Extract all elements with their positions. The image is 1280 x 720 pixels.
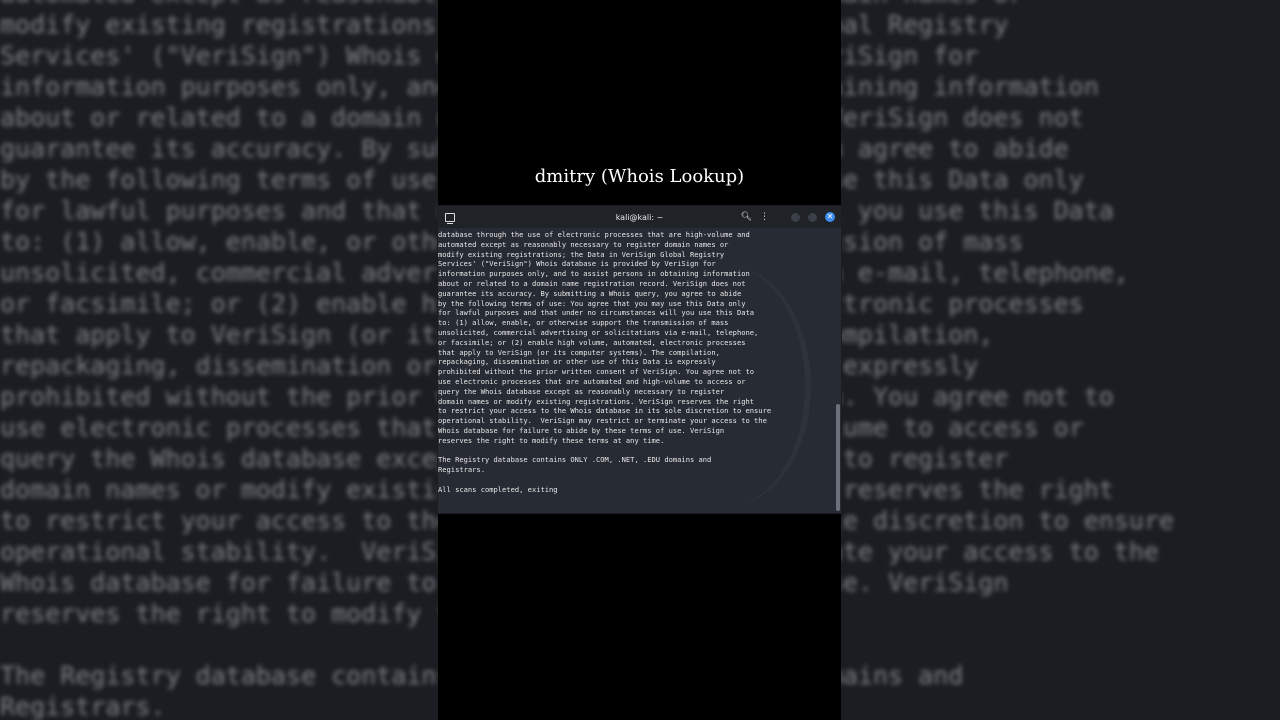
- maximize-button[interactable]: [808, 212, 817, 222]
- terminal-line: use electronic processes that are automa…: [438, 376, 746, 386]
- terminal-line: prohibited without the prior written con…: [438, 367, 755, 377]
- terminal-line: query the Whois database except as reaso…: [438, 386, 725, 396]
- terminal-window[interactable]: kali@kali: ~ 🔍︎ ⋮ ✕ database through the…: [438, 206, 841, 513]
- minimize-button[interactable]: [791, 212, 800, 222]
- terminal-line: Services' ("VeriSign") Whois database is…: [438, 259, 716, 269]
- terminal-line: information purposes only, and to assist…: [438, 269, 750, 279]
- search-icon[interactable]: 🔍︎: [741, 212, 752, 222]
- window-titlebar[interactable]: kali@kali: ~ 🔍︎ ⋮ ✕: [438, 206, 841, 228]
- terminal-line: modify existing registrations; the Data …: [438, 249, 725, 259]
- terminal-line: guarantee its accuracy. By submitting a …: [438, 288, 742, 298]
- terminal-line: operational stability. VeriSign may rest…: [438, 416, 767, 426]
- terminal-line: about or related to a domain name regist…: [438, 278, 746, 288]
- scrollbar-thumb[interactable]: [836, 404, 840, 511]
- terminal-line: for lawful purposes and that under no ci…: [438, 308, 755, 318]
- terminal-line: reserves the right to modify these terms…: [438, 435, 665, 445]
- terminal-line: domain names or modify existing registra…: [438, 396, 755, 406]
- terminal-menu-button[interactable]: [438, 212, 462, 224]
- terminal-line: automated except as reasonably necessary…: [438, 239, 729, 249]
- terminal-line: The Registry database contains ONLY .COM…: [438, 455, 712, 465]
- close-icon[interactable]: ✕: [825, 212, 835, 222]
- terminal-line: All scans completed, exiting: [438, 484, 558, 494]
- terminal-line: or facsimile; or (2) enable high volume,…: [438, 337, 746, 347]
- terminal-line: repackaging, dissemination or other use …: [438, 357, 716, 367]
- terminal-line: Registrars.: [438, 465, 485, 475]
- terminal-line: unsolicited, commercial advertising or s…: [438, 327, 759, 337]
- video-title: dmitry (Whois Lookup): [534, 166, 745, 187]
- terminal-line: to: (1) allow, enable, or otherwise supp…: [438, 318, 729, 328]
- terminal-line: by the following terms of use: You agree…: [438, 298, 746, 308]
- terminal-scrollbar[interactable]: [836, 230, 840, 511]
- terminal-icon: [445, 212, 455, 224]
- kebab-menu-icon[interactable]: ⋮: [760, 212, 769, 222]
- terminal-output[interactable]: database through the use of electronic p…: [438, 230, 835, 513]
- terminal-line: database through the use of electronic p…: [438, 230, 750, 239]
- terminal-line: Whois database for failure to abide by t…: [438, 425, 725, 435]
- terminal-line: to restrict your access to the Whois dat…: [438, 406, 772, 416]
- terminal-line: that apply to VeriSign (or its computer …: [438, 347, 720, 357]
